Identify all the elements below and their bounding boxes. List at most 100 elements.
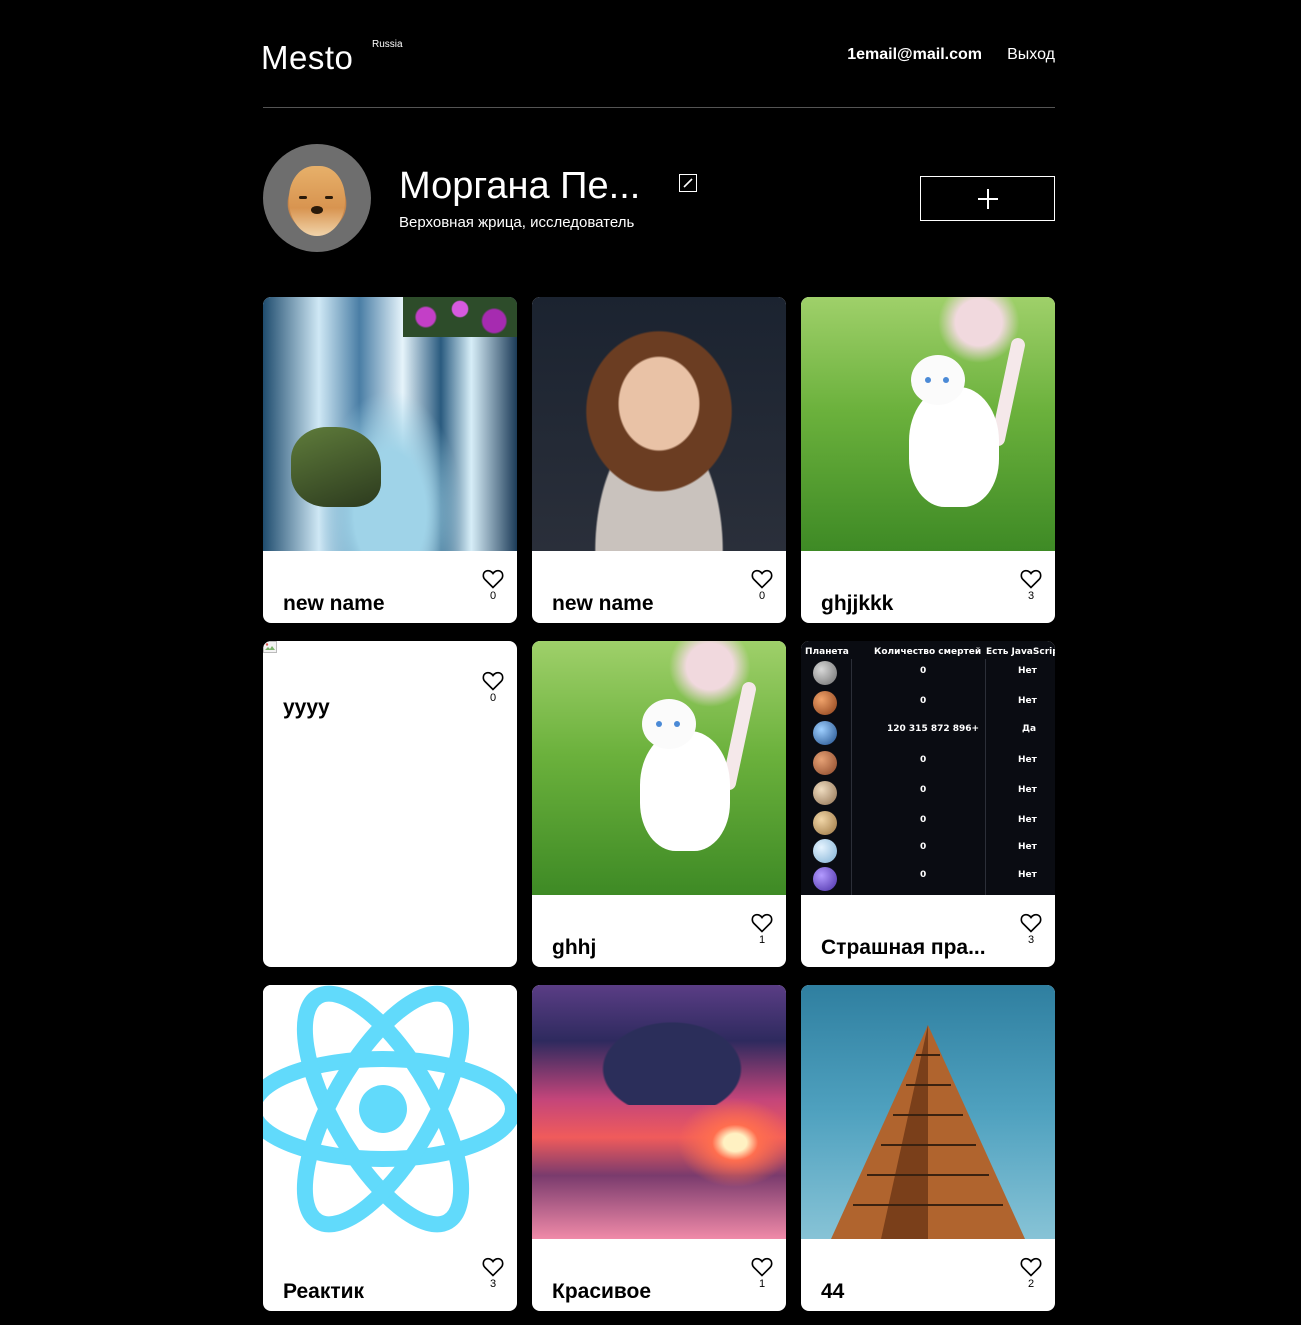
mossy-rock-image — [291, 427, 381, 507]
like-block: 1 — [751, 913, 773, 946]
table-cell: Нет — [1018, 815, 1037, 825]
heart-icon[interactable] — [482, 569, 504, 589]
like-count: 1 — [758, 934, 766, 946]
heart-icon[interactable] — [751, 913, 773, 933]
like-block: 2 — [1020, 1257, 1042, 1290]
kitten-body — [640, 731, 730, 851]
kitten-eye — [674, 721, 680, 727]
table-divider — [851, 659, 852, 895]
like-count: 1 — [758, 1278, 766, 1290]
card-title: 44 — [821, 1280, 845, 1304]
cards-grid: new name 0 new name 0 ghjjkkk 3 yyyy 0 g… — [263, 297, 1055, 1311]
table-cell: 0 — [920, 755, 927, 765]
like-count: 0 — [758, 590, 766, 602]
kitten-eye — [656, 721, 662, 727]
page: Mesto Russia 1email@mail.com Выход Морга… — [261, 0, 1055, 1311]
card-title: Реактик — [283, 1280, 365, 1304]
heart-icon[interactable] — [482, 1257, 504, 1277]
kitten-eye — [925, 377, 931, 383]
table-cell: Нет — [1018, 842, 1037, 852]
table-header: Есть JavaScript — [986, 647, 1055, 657]
card-image-sunset-sky[interactable] — [532, 985, 786, 1239]
card-image-planet-table[interactable]: Планета Количество смертей Есть JavaScri… — [801, 641, 1055, 895]
card-title: Красивое — [552, 1280, 652, 1304]
heart-icon[interactable] — [1020, 569, 1042, 589]
card-title: ghhj — [552, 936, 597, 960]
card-image-kitten[interactable] — [801, 297, 1055, 551]
flowers-image — [403, 297, 517, 337]
cloud-image — [592, 1015, 752, 1105]
logout-link[interactable]: Выход — [1007, 46, 1055, 64]
card: ghjjkkk 3 — [801, 297, 1055, 623]
profile: Моргана Пе... Верховная жрица, исследова… — [263, 144, 1055, 252]
card-title: new name — [552, 592, 654, 616]
kitten-eye — [943, 377, 949, 383]
profile-name: Моргана Пе... — [399, 165, 641, 207]
table-header: Количество смертей — [874, 647, 982, 657]
like-count: 0 — [489, 692, 497, 704]
like-block: 0 — [751, 569, 773, 602]
heart-icon[interactable] — [751, 1257, 773, 1277]
like-block: 3 — [1020, 569, 1042, 602]
card-image-kitten[interactable] — [532, 641, 786, 895]
table-cell: Нет — [1018, 696, 1037, 706]
card-title: ghjjkkk — [821, 592, 894, 616]
table-cell: 0 — [920, 696, 927, 706]
heart-icon[interactable] — [751, 569, 773, 589]
mars-image — [813, 751, 837, 775]
heart-icon[interactable] — [1020, 1257, 1042, 1277]
kitten-head — [911, 355, 965, 405]
add-card-button[interactable] — [920, 176, 1055, 221]
kitten-body — [909, 387, 999, 507]
card: new name 0 — [532, 297, 786, 623]
table-cell: 120 315 872 896+ — [887, 724, 980, 734]
react-logo-icon — [263, 985, 517, 1233]
avatar-eye — [325, 196, 333, 199]
table-cell: Нет — [1018, 666, 1037, 676]
earth-image — [813, 721, 837, 745]
table-cell: 0 — [920, 785, 927, 795]
table-cell: Нет — [1018, 755, 1037, 765]
user-email: 1email@mail.com — [847, 46, 982, 63]
uranus-image — [813, 839, 837, 863]
card-image-building[interactable] — [801, 985, 1055, 1239]
like-count: 3 — [489, 1278, 497, 1290]
logo: Mesto — [261, 39, 354, 76]
card-image-waterfall[interactable] — [263, 297, 517, 551]
card-title: new name — [283, 592, 385, 616]
table-header: Планета — [805, 647, 849, 657]
heart-icon[interactable] — [482, 671, 504, 691]
profile-about: Верховная жрица, исследователь — [399, 214, 635, 231]
like-count: 2 — [1027, 1278, 1035, 1290]
venus-image — [813, 691, 837, 715]
like-block: 1 — [751, 1257, 773, 1290]
heart-icon[interactable] — [1020, 913, 1042, 933]
table-cell: 0 — [920, 842, 927, 852]
table-cell: 0 — [920, 666, 927, 676]
card-image-portrait[interactable] — [532, 297, 786, 551]
card: yyyy 0 — [263, 641, 517, 967]
like-block: 0 — [482, 569, 504, 602]
header: Mesto Russia 1email@mail.com Выход — [261, 0, 1055, 108]
kitten-head — [642, 699, 696, 749]
avatar[interactable] — [263, 144, 371, 252]
table-cell: Да — [1022, 724, 1037, 734]
saturn-image — [813, 811, 837, 835]
card-title: yyyy — [283, 696, 330, 720]
building-image — [831, 1025, 1025, 1239]
broken-image-icon[interactable] — [263, 641, 279, 655]
like-count: 0 — [489, 590, 497, 602]
pencil-icon — [683, 178, 693, 188]
table-cell: 0 — [920, 815, 927, 825]
avatar-nose — [311, 206, 323, 214]
like-block: 3 — [482, 1257, 504, 1290]
dog-face-image — [289, 166, 345, 236]
neptune-image — [813, 867, 837, 891]
like-block: 0 — [482, 671, 504, 704]
card: 44 2 — [801, 985, 1055, 1311]
edit-profile-button[interactable] — [679, 174, 697, 192]
like-count: 3 — [1027, 590, 1035, 602]
card: Планета Количество смертей Есть JavaScri… — [801, 641, 1055, 967]
card-image-react-logo[interactable] — [263, 985, 517, 1239]
jupiter-image — [813, 781, 837, 805]
